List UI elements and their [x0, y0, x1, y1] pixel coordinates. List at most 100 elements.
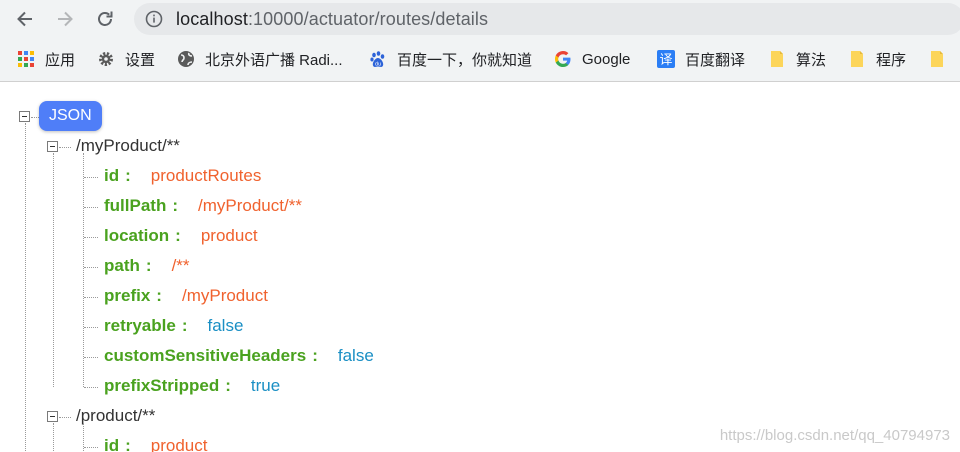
property-value: true	[250, 376, 281, 395]
bookmark-radio[interactable]: 北京外语广播 Radi...	[177, 48, 343, 70]
property-value: /**	[171, 256, 190, 275]
property-row: path: /**	[104, 256, 190, 276]
url-text[interactable]: localhost:10000/actuator/routes/details	[176, 9, 488, 30]
property-colon: :	[156, 286, 162, 305]
info-icon[interactable]	[145, 10, 163, 28]
apps-grid-icon	[17, 50, 35, 68]
tree-guide-route	[53, 153, 54, 387]
globe-icon	[177, 50, 195, 68]
bookmark-folder-partial[interactable]	[928, 48, 956, 70]
reload-button[interactable]	[92, 6, 118, 32]
property-key: retryable	[104, 316, 176, 335]
collapse-toggle-root[interactable]	[19, 111, 30, 122]
route-key: /product/**	[76, 406, 156, 425]
property-key: customSensitiveHeaders	[104, 346, 307, 365]
property-row: retryable: false	[104, 316, 243, 336]
tree-connector	[84, 177, 98, 178]
property-value: false	[337, 346, 374, 365]
forward-button[interactable]	[52, 6, 78, 32]
property-colon: :	[145, 256, 152, 275]
property-colon: :	[312, 346, 318, 365]
bookmark-label: 算法	[796, 51, 827, 69]
bookmark-apps[interactable]: 应用	[17, 48, 75, 70]
tree-connector	[84, 237, 98, 238]
tree-connector	[31, 117, 39, 118]
property-row: fullPath: /myProduct/**	[104, 196, 302, 216]
folder-icon	[768, 50, 786, 68]
property-value: productRoutes	[150, 166, 262, 185]
watermark: https://blog.csdn.net/qq_40794973	[719, 427, 950, 444]
bookmark-label: 百度翻译	[685, 51, 746, 69]
browser-chrome: localhost:10000/actuator/routes/details …	[0, 0, 960, 82]
bookmark-google[interactable]: Google	[554, 48, 630, 70]
property-row: location: product	[104, 226, 258, 246]
property-value: product	[150, 436, 208, 452]
property-value: /myProduct	[181, 286, 268, 305]
bookmark-settings[interactable]: 设置	[97, 48, 155, 70]
property-key: fullPath	[104, 196, 167, 215]
property-colon: :	[181, 316, 188, 335]
property-colon: :	[125, 166, 131, 185]
google-icon	[554, 50, 572, 68]
property-row: customSensitiveHeaders: false	[104, 346, 374, 366]
address-bar[interactable]: localhost:10000/actuator/routes/details	[134, 3, 960, 35]
property-key: id	[104, 166, 120, 185]
tree-connector	[84, 357, 98, 358]
tree-connector	[84, 387, 98, 388]
url-host: localhost	[176, 9, 248, 29]
bookmark-label: 设置	[125, 51, 156, 69]
property-key: prefix	[104, 286, 151, 305]
folder-icon	[928, 50, 946, 68]
reload-icon	[98, 11, 113, 26]
property-key: prefixStripped	[104, 376, 220, 395]
baidu-paw-icon: du	[369, 50, 387, 68]
property-colon: :	[125, 436, 131, 452]
property-value: false	[207, 316, 244, 335]
tree-connector	[84, 207, 98, 208]
property-colon: :	[172, 196, 179, 215]
bookmarks-bar: 应用 设置 北京外语广播 Radi... du 百度一下，你就知道 Google	[0, 44, 960, 74]
bookmark-folder-algorithms[interactable]: 算法	[768, 48, 826, 70]
translate-icon: 译	[657, 50, 675, 68]
tree-connector	[59, 147, 71, 148]
svg-text:du: du	[375, 62, 381, 68]
tree-connector	[84, 297, 98, 298]
property-value: /myProduct/**	[198, 196, 302, 215]
json-root-badge[interactable]: JSON	[39, 101, 102, 131]
bookmark-label: Google	[582, 50, 631, 68]
property-key: id	[104, 436, 120, 452]
bookmark-translate[interactable]: 译 百度翻译	[657, 48, 745, 70]
property-key: location	[104, 226, 170, 245]
bookmark-folder-programs[interactable]: 程序	[848, 48, 906, 70]
bookmark-label: 应用	[45, 51, 76, 69]
route-key: /myProduct/**	[76, 136, 180, 155]
tree-connector	[84, 447, 98, 448]
svg-text:译: 译	[659, 53, 672, 68]
property-row: id: productRoutes	[104, 166, 261, 186]
arrow-right-icon	[58, 11, 73, 27]
tree-guide-route	[53, 423, 54, 452]
gear-icon	[97, 50, 115, 68]
bookmark-label: 北京外语广播 Radi...	[205, 51, 343, 69]
back-button[interactable]	[12, 6, 38, 32]
bookmark-label: 程序	[876, 51, 907, 69]
property-key: path	[104, 256, 140, 275]
tree-connector	[84, 327, 98, 328]
json-viewer: JSON /myProduct/** id: productRoutes full…	[0, 83, 960, 452]
property-row: prefixStripped: true	[104, 376, 280, 396]
tree-guide-props	[83, 153, 84, 387]
url-path: :10000/actuator/routes/details	[247, 9, 489, 29]
property-colon: :	[175, 226, 181, 245]
tree-connector	[84, 267, 98, 268]
bookmark-label: 百度一下，你就知道	[397, 51, 533, 69]
tree-connector	[59, 417, 71, 418]
property-row: prefix: /myProduct	[104, 286, 268, 306]
collapse-toggle-route[interactable]	[47, 141, 58, 152]
property-row: id: product	[104, 436, 207, 452]
arrow-left-icon	[17, 11, 32, 27]
collapse-toggle-route[interactable]	[47, 411, 58, 422]
tree-guide-root	[25, 123, 26, 452]
bookmark-baidu[interactable]: du 百度一下，你就知道	[369, 48, 532, 70]
property-colon: :	[225, 376, 231, 395]
property-value: product	[200, 226, 258, 245]
